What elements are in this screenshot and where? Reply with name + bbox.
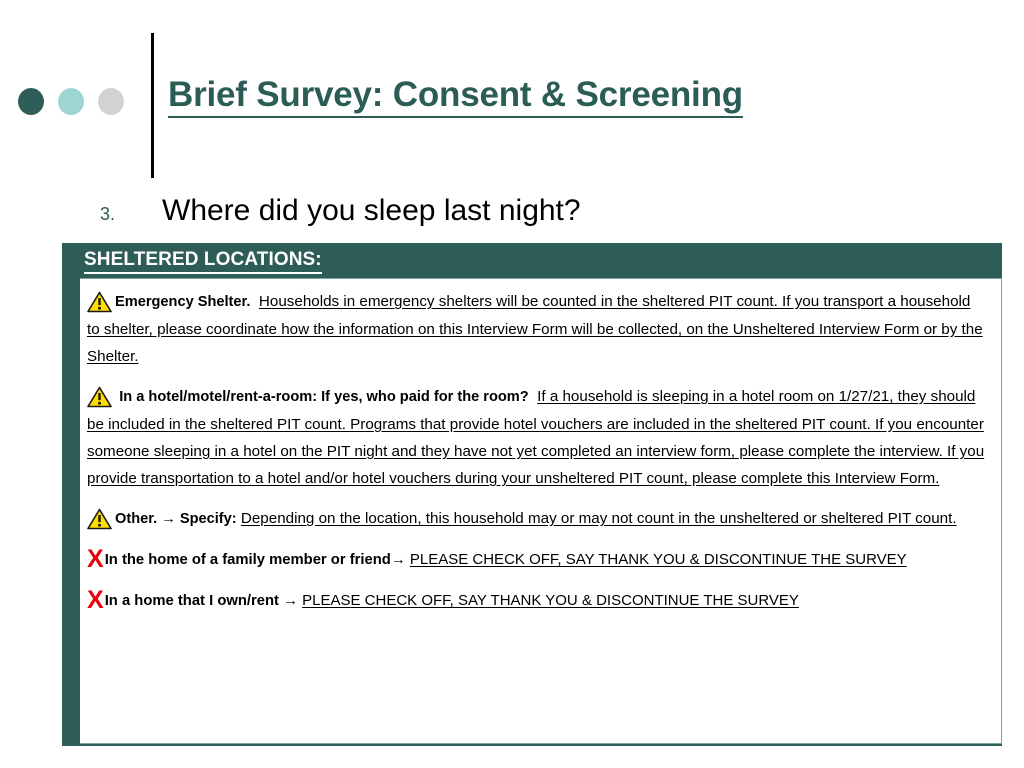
decor-dot-gray-icon [98, 88, 124, 115]
red-x-icon: X [87, 545, 104, 574]
warning-triangle-icon [87, 508, 112, 530]
panel-body: Emergency Shelter. Households in emergen… [80, 278, 1002, 744]
panel-header: SHELTERED LOCATIONS: [62, 243, 1002, 278]
question-text: Where did you sleep last night? [162, 194, 581, 227]
decor-dot-light-icon [58, 88, 84, 115]
decorative-dots [18, 88, 124, 115]
list-item-lead: In a home that I own/rent → [104, 592, 298, 609]
list-item[interactable]: Other. → Specify: Depending on the locat… [87, 505, 987, 533]
list-item[interactable]: Emergency Shelter. Households in emergen… [87, 288, 987, 370]
list-item-body: PLEASE CHECK OFF, SAY THANK YOU & DISCON… [409, 551, 907, 569]
list-item-lead: In a hotel/motel/rent-a-room: If yes, wh… [119, 389, 529, 406]
list-item[interactable]: XIn a home that I own/rent → PLEASE CHEC… [87, 587, 987, 615]
list-item-lead: In the home of a family member or friend… [104, 552, 406, 569]
slide-header: Brief Survey: Consent & Screening [0, 0, 1024, 185]
list-item-lead: Emergency Shelter. [115, 294, 251, 310]
question-row: 3. Where did you sleep last night? [100, 196, 581, 226]
list-item[interactable]: XIn the home of a family member or frien… [87, 546, 987, 574]
title-vertical-rule [151, 33, 154, 178]
warning-triangle-icon [87, 291, 112, 313]
list-item-body: Depending on the location, this househol… [240, 510, 957, 528]
list-item-lead: Other. → Specify: [115, 511, 237, 528]
list-item[interactable]: In a hotel/motel/rent-a-room: If yes, wh… [87, 383, 987, 492]
page-title: Brief Survey: Consent & Screening [168, 76, 743, 118]
decor-dot-dark-icon [18, 88, 44, 115]
warning-triangle-icon [87, 386, 112, 408]
panel-header-label: SHELTERED LOCATIONS: [84, 249, 322, 274]
sheltered-locations-panel: SHELTERED LOCATIONS: Emergency Shelter. … [62, 243, 1002, 746]
question-number: 3. [100, 204, 116, 224]
list-item-body: PLEASE CHECK OFF, SAY THANK YOU & DISCON… [302, 591, 799, 609]
red-x-icon: X [87, 585, 104, 614]
